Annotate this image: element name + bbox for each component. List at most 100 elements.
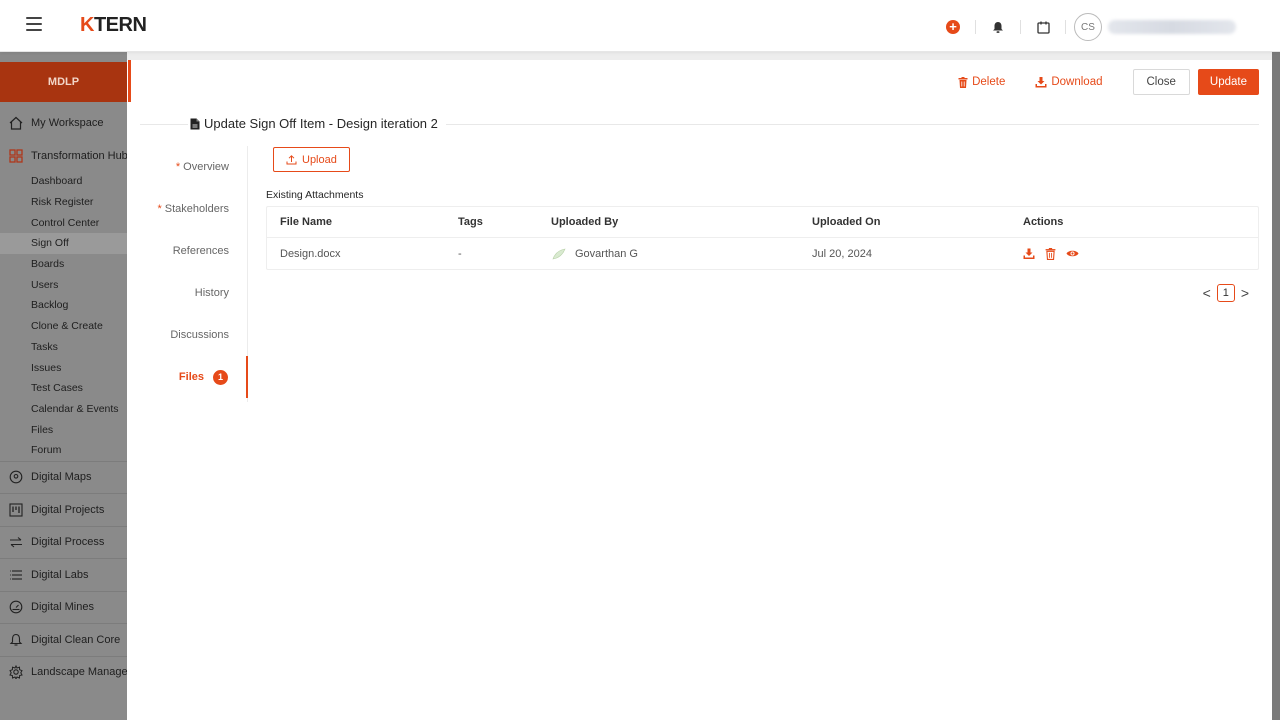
user-avatar-icon [552, 248, 566, 259]
sidebar-sub-control-center[interactable]: Control Center [0, 212, 127, 233]
add-icon[interactable]: + [939, 13, 967, 41]
bell-outline-icon [8, 632, 24, 648]
upload-label: Upload [302, 153, 337, 166]
actions-cell [1023, 247, 1258, 260]
update-button[interactable]: Update [1197, 69, 1259, 95]
sidebar-group-digital-mines[interactable]: Digital Mines [0, 590, 127, 624]
sidebar-sub-calendar-events[interactable]: Calendar & Events [0, 399, 127, 420]
uploader-name: Govarthan G [575, 247, 638, 260]
logo-text: TERN [93, 14, 147, 36]
sidebar-sub-forum[interactable]: Forum [0, 440, 127, 461]
file-name-cell: Design.docx [280, 247, 341, 260]
arrows-icon [8, 534, 24, 550]
download-button[interactable]: Download [1035, 76, 1103, 88]
sidebar-group-landscape-management[interactable]: Landscape Managen [0, 655, 127, 689]
sidebar: MDLP My Workspace Transformation Hub Das… [0, 52, 127, 720]
sidebar-sub-dashboard[interactable]: Dashboard [0, 171, 127, 192]
tab-references[interactable]: References [127, 230, 247, 272]
sidebar-group-label: Landscape Managen [31, 666, 127, 679]
gear-icon [8, 664, 24, 680]
page-title: Update Sign Off Item - Design iteration … [188, 116, 446, 131]
pagination-prev-button[interactable]: < [1200, 285, 1214, 301]
divider [1020, 20, 1021, 34]
user-avatar[interactable]: CS [1074, 13, 1102, 41]
list-icon [8, 567, 24, 583]
pagination-next-button[interactable]: > [1238, 285, 1252, 301]
gauge-icon [8, 599, 24, 615]
notification-bell-icon[interactable] [984, 13, 1012, 41]
user-name-redacted[interactable] [1108, 20, 1236, 34]
sidebar-group-label: Digital Process [31, 536, 105, 549]
sidebar-sub-users[interactable]: Users [0, 274, 127, 295]
upload-icon [286, 155, 297, 165]
sidebar-group-label: Digital Clean Core [31, 633, 121, 646]
files-count-badge: 1 [213, 369, 228, 385]
calendar-icon[interactable] [1029, 13, 1057, 41]
column-header-uploaded-by: Uploaded By [551, 216, 619, 228]
uploaded-on-cell: Jul 20, 2024 [812, 247, 872, 260]
required-marker: * [175, 161, 181, 173]
form-tabs: * Overview * Stakeholders References Histo… [127, 146, 248, 402]
sidebar-sub-boards[interactable]: Boards [0, 254, 127, 275]
sidebar-group-digital-process[interactable]: Digital Process [0, 525, 127, 559]
sidebar-sub-backlog[interactable]: Backlog [0, 295, 127, 316]
panel-accent-bar [128, 60, 131, 102]
main-panel: Delete Download Close Update Update Sign… [127, 60, 1272, 720]
sidebar-sub-risk-register[interactable]: Risk Register [0, 192, 127, 213]
delete-button[interactable]: Delete [958, 76, 1005, 88]
delete-label: Delete [972, 76, 1006, 88]
download-file-icon[interactable] [1023, 248, 1035, 260]
tab-label: Discussions [170, 329, 229, 341]
column-header-file-name: File Name [280, 216, 332, 228]
sidebar-sub-test-cases[interactable]: Test Cases [0, 378, 127, 399]
top-bar: KTERN + CS [0, 0, 1280, 52]
close-button[interactable]: Close [1132, 69, 1190, 95]
sidebar-item-label: My Workspace [31, 117, 104, 129]
sidebar-sub-files[interactable]: Files [0, 419, 127, 440]
sidebar-group-digital-maps[interactable]: Digital Maps [0, 460, 127, 494]
overlay-strip-right [1272, 52, 1280, 720]
sidebar-item-label: Transformation Hub [31, 150, 127, 162]
sidebar-group-label: Digital Mines [31, 601, 94, 614]
sidebar-item-transformation-hub[interactable]: Transformation Hub [0, 143, 127, 169]
sidebar-item-my-workspace[interactable]: My Workspace [0, 110, 127, 136]
sidebar-sub-sign-off[interactable]: Sign Off [0, 233, 127, 254]
sidebar-group-label: Digital Projects [31, 503, 105, 516]
column-header-tags: Tags [458, 216, 483, 228]
tab-stakeholders[interactable]: * Stakeholders [127, 188, 247, 230]
download-label: Download [1051, 76, 1103, 88]
table-header: File Name Tags Uploaded By Uploaded On A… [267, 207, 1258, 238]
sidebar-sub-clone-create[interactable]: Clone & Create [0, 316, 127, 337]
pagination-page-current[interactable]: 1 [1216, 284, 1235, 302]
document-icon [190, 118, 200, 129]
logo-mark: K [80, 14, 94, 36]
app-logo[interactable]: KTERN [80, 14, 147, 37]
existing-attachments-label: Existing Attachments [266, 189, 364, 201]
sidebar-sub-issues[interactable]: Issues [0, 357, 127, 378]
sidebar-group-label: Digital Labs [31, 568, 89, 581]
required-marker: * [157, 203, 162, 215]
delete-file-icon[interactable] [1045, 247, 1056, 260]
view-file-eye-icon[interactable] [1066, 249, 1079, 258]
upload-button[interactable]: Upload [273, 147, 350, 172]
tab-history[interactable]: History [127, 272, 247, 314]
sidebar-group-digital-labs[interactable]: Digital Labs [0, 558, 127, 591]
tab-label: History [194, 287, 229, 299]
hamburger-menu-icon[interactable] [26, 17, 42, 31]
tab-overview[interactable]: * Overview [127, 146, 247, 188]
attachments-table: File Name Tags Uploaded By Uploaded On A… [266, 206, 1259, 270]
page-title-text: Update Sign Off Item - Design iteration … [204, 116, 438, 131]
sidebar-group-digital-clean-core[interactable]: Digital Clean Core [0, 623, 127, 656]
column-header-actions: Actions [1023, 216, 1064, 228]
page-title-row: Update Sign Off Item - Design iteration … [140, 116, 1259, 132]
sidebar-group-digital-projects[interactable]: Digital Projects [0, 493, 127, 526]
tab-label: Overview [183, 161, 229, 173]
tab-discussions[interactable]: Discussions [127, 314, 247, 356]
pagination: < 1 > [1200, 284, 1252, 302]
sidebar-group-label: Digital Maps [31, 471, 92, 484]
tab-files[interactable]: Files 1 [127, 356, 248, 398]
project-header[interactable]: MDLP [0, 62, 127, 102]
sidebar-sub-tasks[interactable]: Tasks [0, 337, 127, 358]
tags-cell: - [458, 247, 462, 260]
sidebar-nav: My Workspace Transformation Hub Dashboar… [0, 110, 127, 688]
